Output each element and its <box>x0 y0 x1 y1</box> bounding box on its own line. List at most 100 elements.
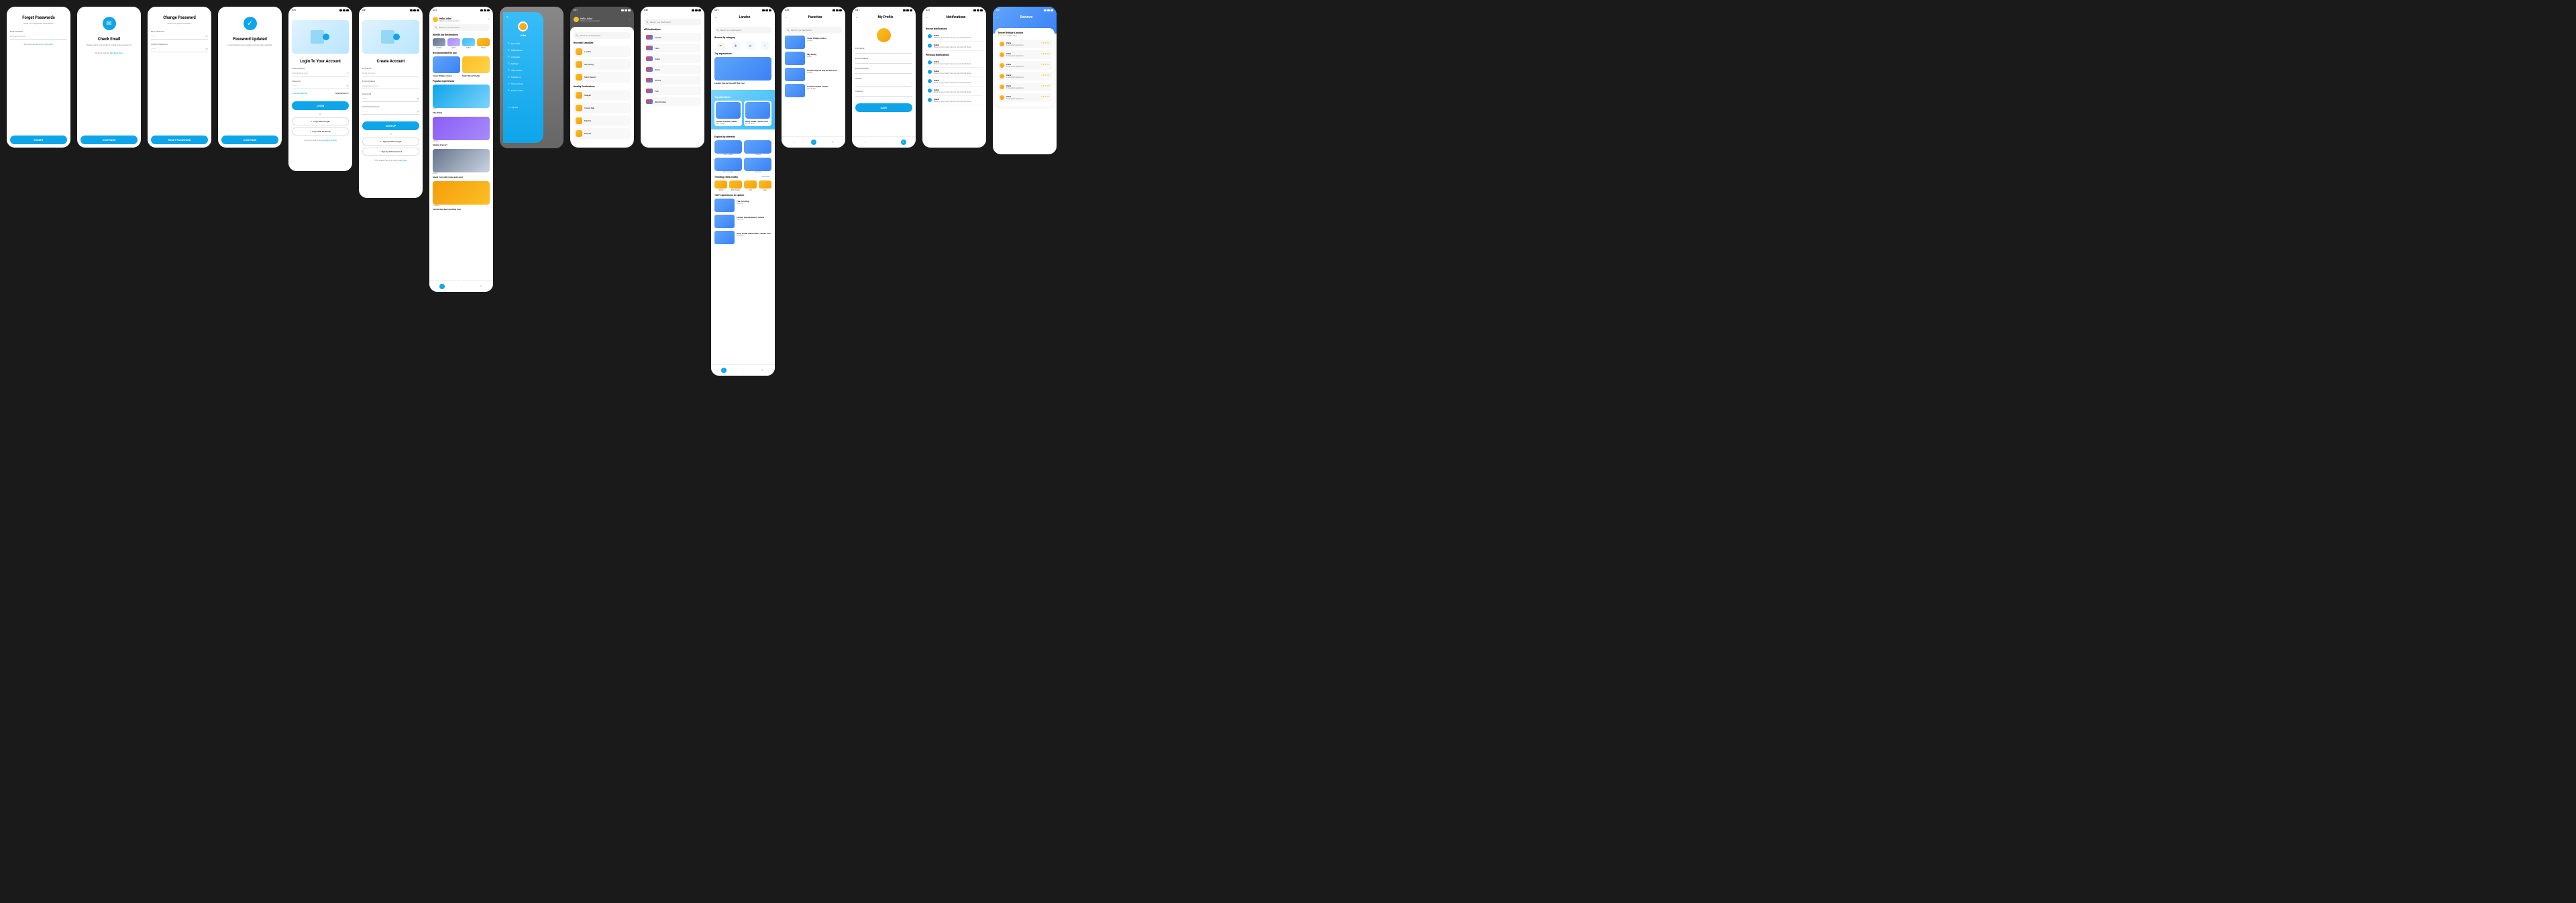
category-food[interactable]: 🍴 <box>761 42 769 50</box>
interest-card[interactable]: Families <box>744 158 771 173</box>
list-item[interactable]: Chiang Mai <box>574 103 631 113</box>
view-more-link[interactable]: View More → <box>761 176 771 178</box>
nav-profile[interactable]: ☰ <box>830 140 836 145</box>
nav-home[interactable]: ⌂ <box>792 140 797 145</box>
fav-item[interactable]: London Hop-On Hop Off Bus TourLondon <box>785 68 842 81</box>
drawer-item-language[interactable]: ☰Language <box>506 54 540 60</box>
drawer-item-privacy[interactable]: ☰Privacy Policy <box>506 87 540 94</box>
name-input[interactable] <box>855 50 912 54</box>
dest-item[interactable]: Dubai <box>462 38 475 49</box>
nav-home[interactable]: ⌂ <box>862 140 867 145</box>
address-input[interactable] <box>855 93 912 97</box>
new-pw-input[interactable]: ••••••••👁 <box>151 34 208 40</box>
notif-item[interactable]: DubaiBased on your recent visit you can … <box>926 96 983 105</box>
google-login-button[interactable]: GLogin With Google <box>292 117 349 125</box>
nav-favorites[interactable]: ♡ <box>459 284 464 289</box>
dest-item[interactable]: London <box>433 38 445 49</box>
trending-item[interactable]: Manchester <box>729 180 742 191</box>
fav-item[interactable]: Sky DivingDubai <box>785 52 842 65</box>
list-item[interactable]: York <box>644 87 701 95</box>
nav-home[interactable]: ⌂ <box>439 284 445 289</box>
search-input[interactable]: 🔍Search your destination... <box>714 27 771 34</box>
confirm-pw-input[interactable]: ••••••••👁 <box>151 46 208 52</box>
continue-button[interactable]: CONTINUE <box>221 136 278 144</box>
list-item[interactable]: Paris <box>644 44 701 52</box>
interest-card[interactable]: History Geeks <box>714 140 742 156</box>
drawer-logout[interactable]: ⎋Log Out <box>506 104 540 111</box>
avatar[interactable] <box>518 21 528 32</box>
drawer-item-terms[interactable]: ☰Terms of Use <box>506 81 540 87</box>
notif-item[interactable]: DubaiBased on your recent visit you can … <box>926 58 983 68</box>
password-input[interactable]: ••••••••👁 <box>292 83 349 89</box>
signup-link[interactable]: Sign Up Now <box>325 139 337 142</box>
rec-card[interactable]: Safari Desert Dubai <box>462 56 490 77</box>
email-input[interactable]: emily@gmail.com✉ <box>292 70 349 76</box>
category-tours[interactable]: 🏰 <box>732 42 740 50</box>
continue-button[interactable]: CONTINUE <box>80 136 138 144</box>
forgot-link[interactable]: Forget Password ? <box>335 93 349 95</box>
gender-select[interactable]: ▾ <box>855 81 912 87</box>
google-signup-button[interactable]: GSign Up With Google <box>362 138 419 146</box>
avatar[interactable] <box>433 17 438 22</box>
nav-profile[interactable]: ☰ <box>760 368 765 373</box>
search-input[interactable]: 🔍Search your destination... <box>433 24 490 31</box>
name-input[interactable]: Emily Johnson <box>362 70 419 76</box>
back-button[interactable]: ← <box>855 15 859 19</box>
nav-profile[interactable]: ☰ <box>478 284 484 289</box>
exp-card[interactable]: London Hop-On Hop Off Bus Tour <box>714 57 771 85</box>
fav-item[interactable]: London Theatre Ticketsfrom €12.99 <box>785 84 842 97</box>
search-input[interactable]: 🔍Search your destination... <box>644 19 701 25</box>
back-button[interactable]: ← <box>926 15 929 19</box>
list-item[interactable]: Oxford <box>644 76 701 85</box>
email-input[interactable]: emily@gmail.com <box>10 34 67 40</box>
nav-favorites[interactable]: ♡ <box>741 368 746 373</box>
avatar[interactable] <box>574 17 579 22</box>
eye-icon[interactable]: 👁 <box>417 110 419 113</box>
category-transport[interactable]: 🚌 <box>747 42 755 50</box>
phone-input[interactable] <box>855 70 912 74</box>
drawer-item-profile[interactable]: ☰My Profile <box>506 40 540 47</box>
eye-icon[interactable]: 👁 <box>346 85 349 87</box>
interest-card[interactable]: Couples <box>744 140 771 156</box>
paper-plane-icon[interactable]: ✈ <box>488 18 490 21</box>
list-item[interactable]: Rome <box>644 65 701 74</box>
list-item[interactable]: London <box>574 46 631 57</box>
login-link[interactable]: Login Now <box>398 159 407 162</box>
back-button[interactable]: ← <box>714 15 718 19</box>
notif-item[interactable]: DubaiBased on your recent visit you can … <box>926 32 983 42</box>
nav-favorites[interactable]: ♡ <box>811 140 816 145</box>
notif-item[interactable]: DubaiBased on your recent visit you can … <box>926 87 983 96</box>
attr-card[interactable]: London Theatre Ticketsfrom €12.99 <box>714 101 742 126</box>
eye-icon[interactable]: 👁 <box>205 48 208 50</box>
list-item[interactable]: Safari Desert <box>574 72 631 83</box>
nav-profile[interactable]: ☰ <box>901 140 906 145</box>
notif-item[interactable]: DubaiBased on your recent visit you can … <box>926 42 983 51</box>
password-input[interactable]: ••••••••👁 <box>362 96 419 102</box>
resend-link[interactable]: Resubmit Now <box>110 52 123 54</box>
exp-list-item[interactable]: The Lion Kingfrom €32 <box>714 199 771 212</box>
interest-card[interactable]: Solo Travelers <box>714 158 742 173</box>
notif-item[interactable]: DubaiBased on your recent visit you can … <box>926 68 983 77</box>
list-item[interactable]: London <box>644 33 701 42</box>
list-item[interactable]: Westminster <box>644 97 701 106</box>
nav-favorites[interactable]: ♡ <box>881 140 887 145</box>
eye-icon[interactable]: 👁 <box>205 35 208 38</box>
exp-list-item[interactable]: London Eye Admission Ticketsfrom €32 <box>714 215 771 228</box>
list-item[interactable]: Sky Diving <box>574 59 631 70</box>
back-button[interactable]: ← <box>785 15 788 19</box>
paper-plane-icon[interactable]: ✈ <box>629 18 631 21</box>
dest-item[interactable]: Paris <box>447 38 460 49</box>
email-input[interactable]: emily@gmail.com <box>362 83 419 89</box>
back-button[interactable]: ← <box>996 15 1000 19</box>
list-item[interactable]: Madina <box>574 115 631 126</box>
trending-item[interactable]: Oxford <box>714 180 727 191</box>
facebook-login-button[interactable]: fLogin With Facebook <box>292 127 349 136</box>
drawer-item-contact[interactable]: ☰Contact us <box>506 74 540 81</box>
drawer-item-help[interactable]: ☰Help & FAQ's <box>506 67 540 74</box>
exp-card[interactable]: MiamiIsland Tour with Cruise and Lunch <box>433 149 490 178</box>
list-item[interactable]: Dubai <box>644 54 701 63</box>
notif-item[interactable]: DubaiBased on your recent visit you can … <box>926 77 983 87</box>
login-link[interactable]: Login Now <box>44 43 53 46</box>
trending-item[interactable]: York <box>744 180 757 191</box>
attr-card[interactable]: Harry Potter London Tourfrom €12.99 <box>744 101 771 126</box>
